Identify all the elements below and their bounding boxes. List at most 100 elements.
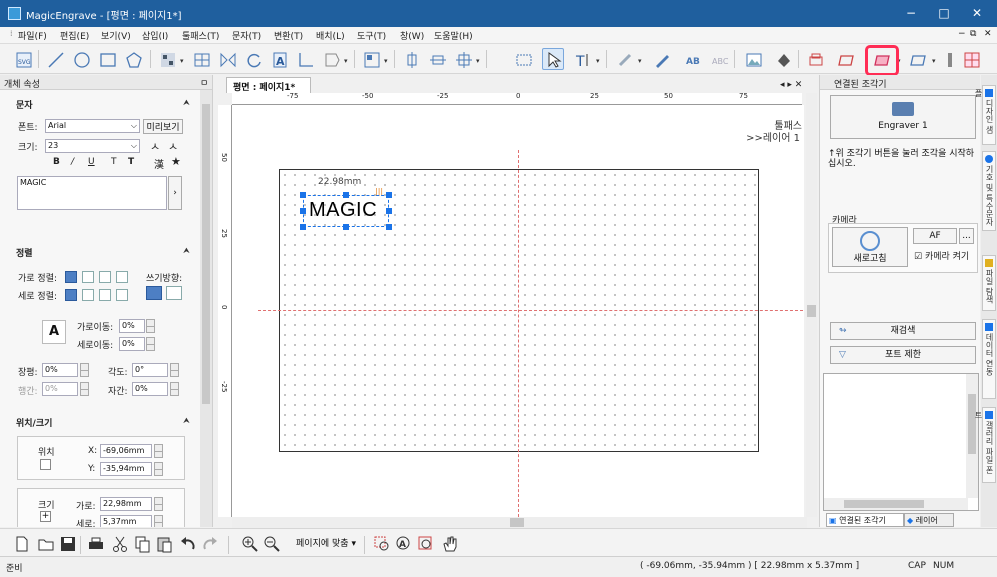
pan-hand-icon[interactable] (438, 532, 460, 554)
size-select[interactable]: 23 ⌵ (45, 139, 140, 153)
special-char-button[interactable]: ★ (171, 155, 181, 168)
line-spacing-input[interactable]: 0% (42, 382, 78, 396)
print-engrave-icon[interactable] (804, 48, 826, 70)
menu-window[interactable]: 창(W) (400, 29, 424, 42)
text-content-input[interactable]: MAGIC (17, 176, 167, 210)
ratio-input[interactable]: 0% (42, 363, 78, 377)
shape-dropdown-icon[interactable]: ▾ (344, 57, 348, 65)
ratio-spinner[interactable] (80, 363, 89, 377)
rectangle-tool-icon[interactable] (96, 48, 118, 70)
text-to-path-icon[interactable]: AB (682, 48, 704, 70)
collapse-text-icon[interactable]: ⮝ (183, 98, 190, 108)
angle-spinner[interactable] (170, 363, 179, 377)
preview-button[interactable]: 미리보기 (143, 119, 183, 134)
undo-icon[interactable] (176, 532, 198, 554)
menu-toolpath[interactable]: 툴패스(T) (182, 29, 219, 42)
zoom-all-icon[interactable]: A (392, 532, 414, 554)
height-input[interactable]: 5,37mm (100, 515, 152, 527)
align-bottom-button[interactable] (99, 289, 111, 301)
camera-on-checkbox[interactable]: ☑ 카메라 켜기 (914, 249, 969, 262)
maximize-button[interactable]: □ (929, 4, 959, 22)
width-spinner[interactable] (154, 497, 163, 511)
vmove-spinner[interactable] (146, 337, 155, 351)
italic-button[interactable]: / (71, 157, 74, 167)
engraver-button[interactable]: Engraver 1 (830, 95, 976, 139)
engrave-outline-icon[interactable] (906, 48, 928, 70)
y-spinner[interactable] (154, 462, 163, 476)
char-spacing-spinner[interactable] (170, 382, 179, 396)
align-dropdown-icon[interactable]: ▾ (476, 57, 480, 65)
menu-tools[interactable]: 도구(T) (357, 29, 386, 42)
rotate-tool-icon[interactable] (242, 48, 264, 70)
side-tab-gallery[interactable]: 갤러리 파일 폰트 (974, 407, 996, 483)
align-right-button[interactable] (99, 271, 111, 283)
superscript-button[interactable]: T (111, 157, 117, 167)
hanja-button[interactable]: 漢 (154, 156, 164, 171)
handle-bl[interactable] (300, 224, 306, 230)
align-justify-button[interactable] (116, 271, 128, 283)
line-tool-icon[interactable] (44, 48, 66, 70)
ellipse-tool-icon[interactable] (70, 48, 92, 70)
vmove-input[interactable]: 0% (119, 337, 145, 351)
dimension-tool-icon[interactable] (294, 48, 316, 70)
port-limit-button[interactable]: ▽ 포트 제한 (830, 346, 976, 364)
side-tab-data-link[interactable]: 데이터 연동 (982, 319, 996, 399)
menu-help[interactable]: 도움말(H) (434, 29, 473, 42)
print-icon[interactable] (84, 532, 106, 554)
align-hcenter-button[interactable] (82, 271, 94, 283)
horizontal-writing-button[interactable] (146, 286, 162, 300)
align-baseline-button[interactable] (116, 289, 128, 301)
fit-page-dropdown[interactable]: 페이지에 맞춤 ▾ (288, 536, 364, 552)
menu-transform[interactable]: 변환(T) (274, 29, 303, 42)
bold-button[interactable]: B (53, 157, 60, 167)
zoom-in-icon[interactable] (238, 532, 260, 554)
port-list[interactable] (823, 373, 979, 511)
refresh-button[interactable]: 새로고침 (832, 227, 908, 267)
left-panel-scrollbar[interactable] (200, 90, 212, 527)
handle-tc[interactable] (343, 192, 349, 198)
fill-tool-icon[interactable] (772, 48, 794, 70)
handle-bc[interactable] (343, 224, 349, 230)
size-increase-icon[interactable]: ㅅ (150, 138, 160, 154)
af-button[interactable]: AF (913, 228, 957, 244)
underline-button[interactable]: U (88, 157, 95, 167)
canvas-vertical-scrollbar[interactable] (806, 93, 817, 517)
canvas-horizontal-scrollbar[interactable] (232, 517, 807, 528)
engrave-frame-icon[interactable] (834, 48, 856, 70)
width-input[interactable]: 22,98mm (100, 497, 152, 511)
minimize-button[interactable]: − (896, 4, 926, 22)
position-anchor-icon[interactable] (40, 459, 51, 470)
align-both-icon[interactable] (452, 48, 474, 70)
text-dropdown-icon[interactable]: ▾ (596, 57, 600, 65)
new-file-icon[interactable] (10, 532, 32, 554)
size-anchor-icon[interactable]: + (40, 511, 51, 522)
path-dropdown-icon[interactable]: ▾ (638, 57, 642, 65)
group-tool-icon[interactable] (512, 48, 534, 70)
zoom-page-icon[interactable] (414, 532, 436, 554)
paste-icon[interactable] (152, 532, 174, 554)
handle-br[interactable] (386, 224, 392, 230)
barcode-dropdown-icon[interactable]: ▾ (180, 57, 184, 65)
copy-icon[interactable] (130, 532, 152, 554)
pin-icon[interactable]: ㅁ (200, 76, 208, 89)
text-tool-icon[interactable]: A (268, 48, 290, 70)
svg-import-icon[interactable]: SVG (12, 48, 34, 70)
align-middle-icon[interactable] (426, 48, 448, 70)
x-spinner[interactable] (154, 444, 163, 458)
menu-edit[interactable]: 편집(E) (60, 29, 89, 42)
cut-icon[interactable] (108, 532, 130, 554)
mdi-restore-button[interactable]: ⧉ (970, 29, 976, 39)
side-tab-design-samples[interactable]: 디자인 샘플 (974, 85, 996, 145)
y-input[interactable]: -35,94mm (100, 462, 152, 476)
font-select[interactable]: Arial ⌵ (45, 119, 140, 133)
polygon-tool-icon[interactable] (122, 48, 144, 70)
char-spacing-input[interactable]: 0% (132, 382, 168, 396)
menu-insert[interactable]: 삽입(I) (142, 29, 168, 42)
subscript-button[interactable]: T (128, 157, 134, 167)
crosshair-grid-icon[interactable] (960, 48, 982, 70)
zoom-selection-icon[interactable] (370, 532, 392, 554)
menu-text[interactable]: 문자(T) (232, 29, 261, 42)
size-decrease-icon[interactable]: ㅅ (168, 138, 178, 154)
rescan-button[interactable]: ↬ 재검색 (830, 322, 976, 340)
shape-tool-icon[interactable] (320, 48, 342, 70)
